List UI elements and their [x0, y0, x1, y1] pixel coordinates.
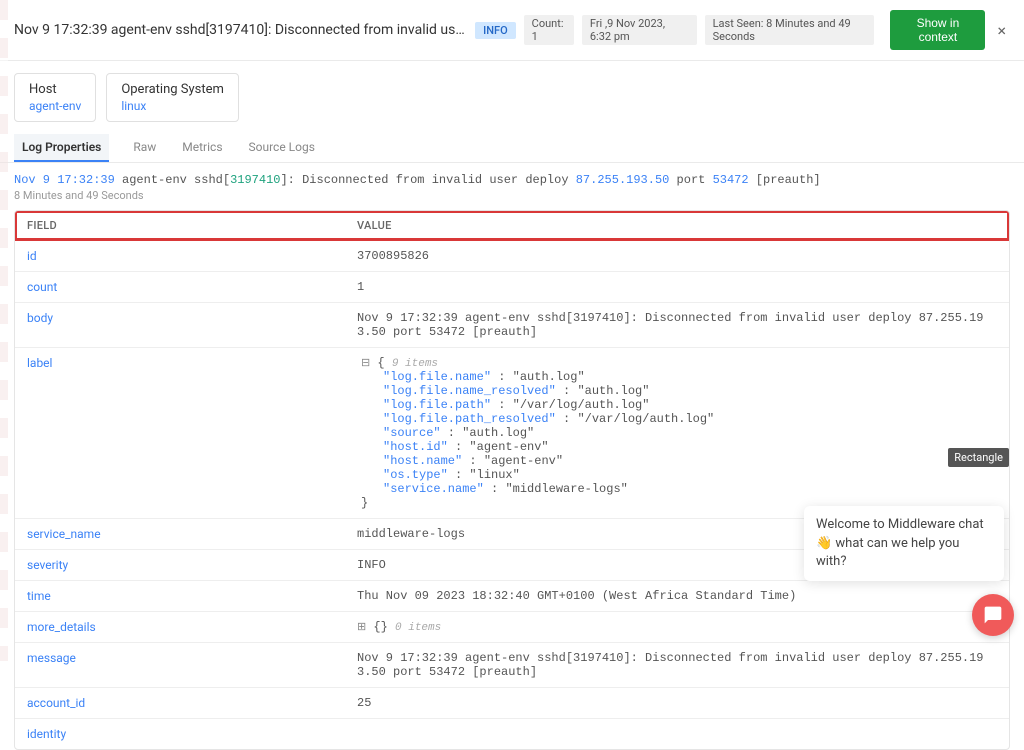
json-value: "auth.log": [462, 426, 534, 440]
tab-row: Log Properties Raw Metrics Source Logs: [0, 134, 1024, 163]
json-value: "/var/log/auth.log": [577, 412, 714, 426]
table-row: time Thu Nov 09 2023 18:32:40 GMT+0100 (…: [15, 580, 1009, 611]
table-row: account_id 25: [15, 687, 1009, 718]
json-key[interactable]: "log.file.path": [383, 398, 491, 412]
field-count[interactable]: count: [15, 272, 345, 302]
chat-fab[interactable]: [972, 594, 1014, 636]
chat-popup[interactable]: Welcome to Middleware chat 👋 what can we…: [804, 506, 1004, 581]
value-identity: [345, 719, 1009, 735]
json-key[interactable]: "service.name": [383, 482, 484, 496]
log-title: Nov 9 17:32:39 agent-env sshd[3197410]: …: [14, 22, 467, 38]
date-badge: Fri ,9 Nov 2023, 6:32 pm: [582, 15, 697, 45]
value-body: Nov 9 17:32:39 agent-env sshd[3197410]: …: [345, 303, 1009, 347]
field-body[interactable]: body: [15, 303, 345, 333]
value-message: Nov 9 17:32:39 agent-env sshd[3197410]: …: [345, 643, 1009, 687]
header-value: VALUE: [345, 211, 1009, 240]
json-value: "agent-env": [484, 454, 563, 468]
table-row: identity: [15, 718, 1009, 749]
log-preauth: [preauth]: [749, 173, 821, 187]
json-key[interactable]: "source": [383, 426, 441, 440]
tab-log-properties[interactable]: Log Properties: [14, 134, 109, 162]
os-card-label: Operating System: [121, 82, 224, 97]
tab-raw[interactable]: Raw: [131, 134, 158, 162]
json-value: "/var/log/auth.log": [513, 398, 650, 412]
show-in-context-button[interactable]: Show in context: [890, 10, 985, 50]
value-id: 3700895826: [345, 241, 1009, 271]
lastseen-badge: Last Seen: 8 Minutes and 49 Seconds: [705, 15, 875, 45]
field-message[interactable]: message: [15, 643, 345, 673]
field-more-details[interactable]: more_details: [15, 612, 345, 642]
rectangle-tooltip: Rectangle: [948, 448, 1009, 467]
value-more-details: ⊞ {} 0 items: [345, 612, 1009, 642]
json-value: "middleware-logs": [505, 482, 627, 496]
log-pid: 3197410: [230, 173, 280, 187]
count-badge: Count: 1: [524, 15, 574, 45]
log-mid: ]: Disconnected from invalid user deploy: [280, 173, 575, 187]
host-card: Host agent-env: [14, 73, 96, 122]
log-port-label: port: [669, 173, 712, 187]
level-badge: INFO: [475, 22, 516, 39]
log-age: 8 Minutes and 49 Seconds: [0, 187, 1024, 210]
host-card-label: Host: [29, 82, 81, 97]
collapse-icon[interactable]: ⊟: [361, 358, 370, 370]
json-key[interactable]: "log.file.name": [383, 370, 491, 384]
json-value: "linux": [469, 468, 519, 482]
table-row: label ⊟ { 9 items"log.file.name" : "auth…: [15, 347, 1009, 518]
field-label[interactable]: label: [15, 348, 345, 378]
table-row: more_details ⊞ {} 0 items: [15, 611, 1009, 642]
log-port: 53472: [713, 173, 749, 187]
log-ip: 87.255.193.50: [576, 173, 670, 187]
field-id[interactable]: id: [15, 241, 345, 271]
table-row: id 3700895826: [15, 240, 1009, 271]
os-card-value[interactable]: linux: [121, 99, 224, 113]
log-host: agent-env sshd[: [122, 173, 230, 187]
log-raw-line: Nov 9 17:32:39 agent-env sshd[3197410]: …: [0, 163, 1024, 187]
tab-metrics[interactable]: Metrics: [180, 134, 224, 162]
tab-source-logs[interactable]: Source Logs: [247, 134, 317, 162]
json-key[interactable]: "host.id": [383, 440, 448, 454]
expand-icon[interactable]: ⊞: [357, 622, 366, 634]
log-date: Nov 9 17:32:39: [14, 173, 115, 187]
field-service-name[interactable]: service_name: [15, 519, 345, 549]
field-identity[interactable]: identity: [15, 719, 345, 749]
json-key[interactable]: "os.type": [383, 468, 448, 482]
value-account-id: 25: [345, 688, 1009, 718]
os-card: Operating System linux: [106, 73, 239, 122]
table-row: body Nov 9 17:32:39 agent-env sshd[31974…: [15, 302, 1009, 347]
table-row: count 1: [15, 271, 1009, 302]
chat-text: Welcome to Middleware chat 👋 what can we…: [816, 517, 984, 568]
json-value: "auth.log": [513, 370, 585, 384]
properties-table: FIELD VALUE id 3700895826 count 1 body N…: [14, 210, 1010, 750]
left-decorative-strip: [0, 0, 8, 661]
field-time[interactable]: time: [15, 581, 345, 611]
table-header-row: FIELD VALUE: [15, 211, 1009, 240]
json-value: "auth.log": [577, 384, 649, 398]
header-bar: Nov 9 17:32:39 agent-env sshd[3197410]: …: [0, 0, 1024, 61]
json-key[interactable]: "host.name": [383, 454, 462, 468]
json-value: "agent-env": [469, 440, 548, 454]
header-field: FIELD: [15, 211, 345, 240]
value-label: ⊟ { 9 items"log.file.name" : "auth.log""…: [345, 348, 1009, 518]
json-key[interactable]: "log.file.name_resolved": [383, 384, 556, 398]
value-count: 1: [345, 272, 1009, 302]
field-account-id[interactable]: account_id: [15, 688, 345, 718]
field-severity[interactable]: severity: [15, 550, 345, 580]
json-key[interactable]: "log.file.path_resolved": [383, 412, 556, 426]
host-card-value[interactable]: agent-env: [29, 99, 81, 113]
value-time: Thu Nov 09 2023 18:32:40 GMT+0100 (West …: [345, 581, 1009, 611]
info-cards: Host agent-env Operating System linux: [0, 61, 1024, 134]
table-row: message Nov 9 17:32:39 agent-env sshd[31…: [15, 642, 1009, 687]
chat-icon: [983, 605, 1003, 625]
close-icon[interactable]: ×: [993, 21, 1010, 40]
